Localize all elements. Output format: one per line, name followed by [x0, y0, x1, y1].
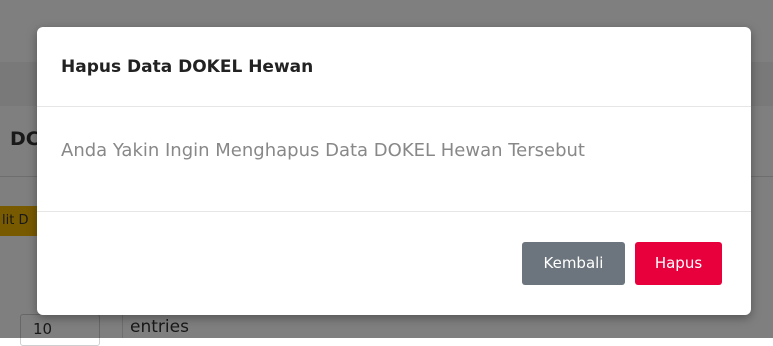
dialog-message: Anda Yakin Ingin Menghapus Data DOKEL He… — [61, 140, 585, 161]
delete-button[interactable]: Hapus — [635, 242, 722, 285]
dialog-body: Anda Yakin Ingin Menghapus Data DOKEL He… — [37, 107, 751, 212]
dialog-footer: Kembali Hapus — [37, 212, 751, 315]
dialog-title: Hapus Data DOKEL Hewan — [61, 57, 314, 77]
dialog-header: Hapus Data DOKEL Hewan — [37, 27, 751, 107]
delete-confirm-dialog: Hapus Data DOKEL Hewan Anda Yakin Ingin … — [37, 27, 751, 315]
back-button[interactable]: Kembali — [522, 242, 625, 285]
